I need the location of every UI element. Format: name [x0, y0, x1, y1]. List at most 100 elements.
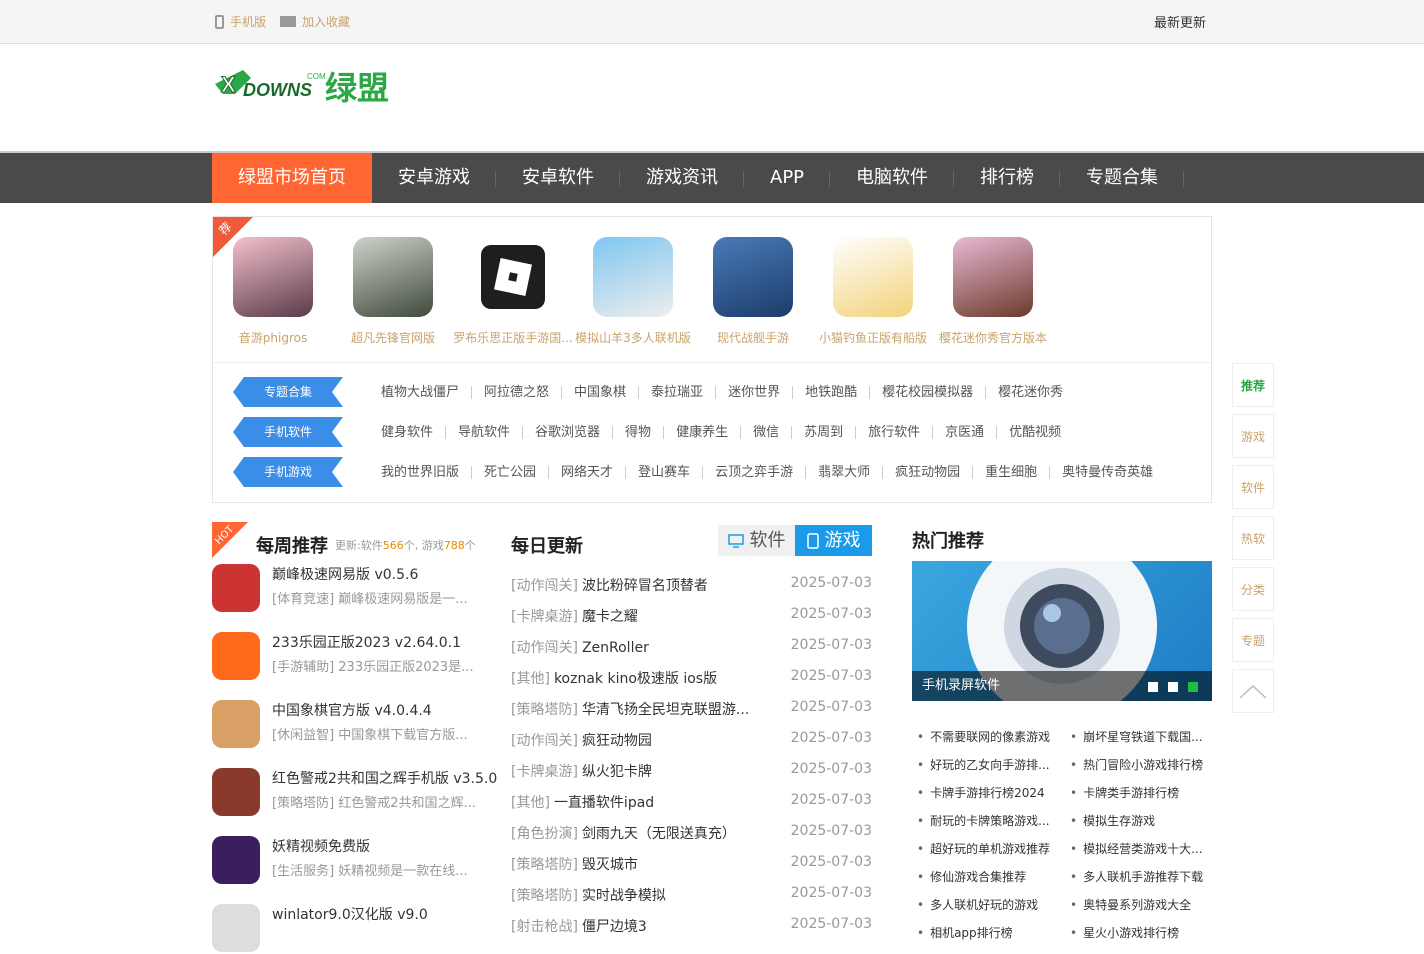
- tag-link[interactable]: 云顶之弈手游: [703, 465, 807, 479]
- weekly-item[interactable]: 中国象棋官方版 v4.0.4.4 [休闲益智] 中国象棋下载官方版...: [212, 700, 502, 750]
- latest-updates-link[interactable]: 最新更新: [1154, 12, 1206, 31]
- app-name: 模拟山羊3多人联机版: [575, 331, 691, 345]
- hot-link[interactable]: 卡牌手游排行榜2024: [917, 784, 1057, 801]
- weekly-item[interactable]: 巅峰极速网易版 v0.5.6 [体育竞速] 巅峰极速网易版是一...: [212, 564, 502, 614]
- recommended-app[interactable]: 小猫钓鱼正版有船版: [813, 237, 933, 346]
- tab-games[interactable]: 游戏: [795, 525, 872, 556]
- tag-link[interactable]: 泰拉瑞亚: [639, 385, 717, 399]
- mobile-link[interactable]: 手机版: [215, 13, 266, 30]
- recommended-app[interactable]: 音游phigros: [213, 237, 333, 346]
- hot-link[interactable]: 热门冒险小游戏排行榜: [1070, 756, 1210, 773]
- tag-link[interactable]: 健身软件: [369, 425, 447, 439]
- carousel-dot[interactable]: [1188, 682, 1198, 692]
- tag-link[interactable]: 阿拉德之怒: [472, 385, 563, 399]
- hot-link[interactable]: 卡牌类手游排行榜: [1070, 784, 1210, 801]
- recommended-app[interactable]: 罗布乐思正版手游国...: [453, 237, 573, 346]
- hot-link[interactable]: 修仙游戏合集推荐: [917, 868, 1057, 885]
- weekly-item[interactable]: 红色警戒2共和国之辉手机版 v3.5.0 [策略塔防] 红色警戒2共和国之辉...: [212, 768, 502, 818]
- tag-category-button[interactable]: 手机软件: [233, 417, 343, 447]
- tag-category-button[interactable]: 专题合集: [233, 377, 343, 407]
- tag-link[interactable]: 网络天才: [549, 465, 627, 479]
- back-to-top-button[interactable]: [1232, 669, 1274, 713]
- daily-row[interactable]: [策略塔防] 华清飞扬全民坦克联盟游... 2025-07-03: [511, 699, 872, 719]
- side-nav-item[interactable]: 分类: [1232, 567, 1274, 611]
- banner-carousel[interactable]: 手机录屏软件: [912, 561, 1212, 701]
- tag-link[interactable]: 旅行软件: [856, 425, 934, 439]
- tag-link[interactable]: 奥特曼传奇英雄: [1050, 466, 1165, 479]
- recommended-app[interactable]: 模拟山羊3多人联机版: [573, 237, 693, 346]
- daily-row[interactable]: [策略塔防] 毁灭城市 2025-07-03: [511, 854, 872, 874]
- tag-link[interactable]: 微信: [741, 425, 793, 439]
- weekly-item[interactable]: 妖精视频免费版 [生活服务] 妖精视频是一款在线...: [212, 836, 502, 886]
- daily-row[interactable]: [射击枪战] 僵尸边境3 2025-07-03: [511, 916, 872, 936]
- tag-link[interactable]: 京医通: [933, 425, 998, 439]
- side-nav-item[interactable]: 推荐: [1232, 363, 1274, 407]
- carousel-dot[interactable]: [1148, 682, 1158, 692]
- weekly-subtitle: 更新:软件566个, 游戏788个: [335, 539, 476, 552]
- recommended-app[interactable]: 现代战舰手游: [693, 237, 813, 346]
- tag-link[interactable]: 导航软件: [446, 425, 524, 439]
- row-date: 2025-07-03: [790, 792, 872, 808]
- daily-row[interactable]: [策略塔防] 实时战争模拟 2025-07-03: [511, 885, 872, 905]
- nav-item[interactable]: 安卓软件: [496, 153, 620, 203]
- tag-link[interactable]: 苏周到: [792, 425, 857, 439]
- side-nav-item[interactable]: 专题: [1232, 618, 1274, 662]
- daily-row[interactable]: [角色扮演] 剑雨九天（无限送真充） 2025-07-03: [511, 823, 872, 843]
- row-name: 魔卡之耀: [581, 609, 638, 625]
- tag-link[interactable]: 优酷视频: [997, 426, 1073, 439]
- tag-link[interactable]: 中国象棋: [562, 385, 640, 399]
- nav-item[interactable]: 专题合集: [1060, 153, 1185, 203]
- tag-link[interactable]: 重生细胞: [973, 465, 1051, 479]
- tag-link[interactable]: 我的世界旧版: [369, 465, 473, 479]
- nav-item[interactable]: 绿盟市场首页: [212, 153, 372, 203]
- side-nav-item[interactable]: 软件: [1232, 465, 1274, 509]
- app-icon: [212, 836, 260, 884]
- tag-link[interactable]: 樱花校园模拟器: [870, 385, 987, 399]
- hot-link[interactable]: 耐玩的卡牌策略游戏...: [917, 812, 1057, 829]
- daily-row[interactable]: [动作闯关] ZenRoller 2025-07-03: [511, 637, 872, 657]
- nav-item[interactable]: 游戏资讯: [620, 153, 744, 203]
- side-nav-item[interactable]: 游戏: [1232, 414, 1274, 458]
- tab-software[interactable]: 软件: [718, 525, 795, 556]
- weekly-item[interactable]: winlator9.0汉化版 v9.0: [212, 904, 502, 954]
- favorite-link[interactable]: 加入收藏: [280, 13, 350, 30]
- hot-link[interactable]: 崩坏星穹铁道下载国...: [1070, 728, 1210, 745]
- hot-link[interactable]: 模拟生存游戏: [1070, 812, 1210, 829]
- nav-item[interactable]: 排行榜: [954, 153, 1061, 203]
- recommended-app[interactable]: 樱花迷你秀官方版本: [933, 237, 1053, 346]
- daily-row[interactable]: [其他] koznak kino极速版 ios版 2025-07-03: [511, 668, 872, 688]
- site-logo[interactable]: X DOWNS COM 绿盟: [213, 64, 403, 108]
- tag-link[interactable]: 樱花迷你秀: [986, 386, 1075, 399]
- weekly-item[interactable]: 233乐园正版2023 v2.64.0.1 [手游辅助] 233乐园正版2023是…: [212, 632, 502, 682]
- app-name: 樱花迷你秀官方版本: [938, 331, 1047, 345]
- tag-link[interactable]: 地铁跑酷: [793, 385, 871, 399]
- tag-link[interactable]: 谷歌浏览器: [523, 425, 614, 439]
- tag-link[interactable]: 迷你世界: [716, 385, 794, 399]
- carousel-dot[interactable]: [1168, 682, 1178, 692]
- daily-row[interactable]: [其他] 一直播软件ipad 2025-07-03: [511, 792, 872, 812]
- daily-row[interactable]: [动作闯关] 波比粉碎冒名顶替者 2025-07-03: [511, 575, 872, 595]
- hot-link[interactable]: 多人联机手游推荐下载: [1070, 868, 1210, 885]
- hot-link[interactable]: 超好玩的单机游戏推荐: [917, 840, 1057, 857]
- hot-link[interactable]: 模拟经营类游戏十大...: [1070, 840, 1210, 857]
- daily-row[interactable]: [卡牌桌游] 纵火犯卡牌 2025-07-03: [511, 761, 872, 781]
- tag-category-button[interactable]: 手机游戏: [233, 457, 343, 487]
- tag-link[interactable]: 得物: [613, 425, 665, 439]
- nav-item[interactable]: 安卓游戏: [372, 153, 496, 203]
- tag-link[interactable]: 植物大战僵尸: [369, 385, 473, 399]
- hot-link[interactable]: 多人联机好玩的游戏: [917, 896, 1057, 913]
- hot-link[interactable]: 不需要联网的像素游戏: [917, 728, 1057, 745]
- nav-item[interactable]: 电脑软件: [830, 153, 955, 203]
- nav-item[interactable]: APP: [744, 153, 831, 203]
- tag-link[interactable]: 健康养生: [664, 425, 742, 439]
- hot-link[interactable]: 好玩的乙女向手游排...: [917, 756, 1057, 773]
- tag-link[interactable]: 死亡公园: [472, 465, 550, 479]
- recommended-app[interactable]: 超凡先锋官网版: [333, 237, 453, 346]
- tag-link[interactable]: 登山赛车: [626, 465, 704, 479]
- hot-link[interactable]: 奥特曼系列游戏大全: [1070, 896, 1210, 913]
- side-nav-item[interactable]: 热软: [1232, 516, 1274, 560]
- tag-link[interactable]: 翡翠大师: [806, 465, 884, 479]
- daily-row[interactable]: [动作闯关] 疯狂动物园 2025-07-03: [511, 730, 872, 750]
- tag-link[interactable]: 疯狂动物园: [883, 465, 974, 479]
- daily-row[interactable]: [卡牌桌游] 魔卡之耀 2025-07-03: [511, 606, 872, 626]
